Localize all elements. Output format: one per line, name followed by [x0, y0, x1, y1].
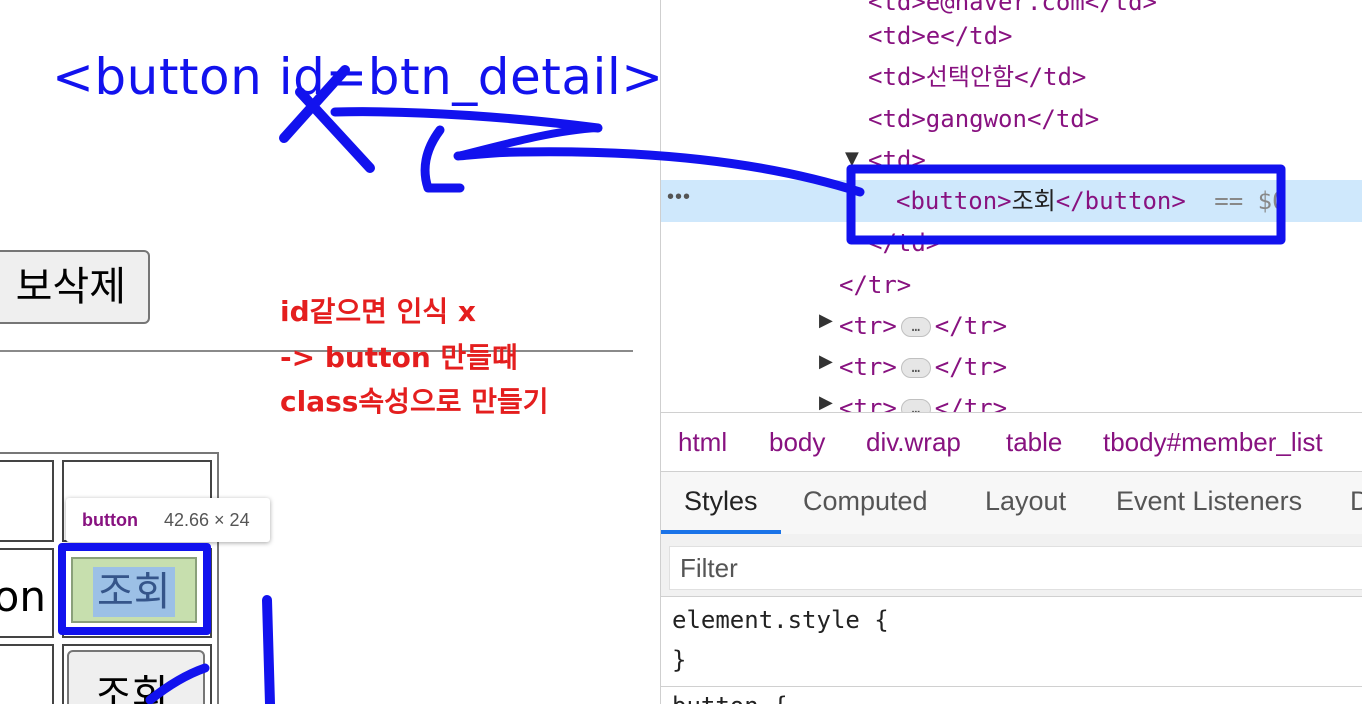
note-line-3: class속성으로 만들기: [280, 385, 549, 418]
ellipsis-icon[interactable]: …: [900, 358, 931, 378]
expand-triangle-icon[interactable]: ▶: [819, 310, 833, 331]
note-line-2: -> button 만들때: [280, 341, 518, 374]
screenshot: <button id=btn_detail> 보삭제 id같으면 인식 x ->…: [0, 0, 1362, 704]
view-button[interactable]: 조회: [67, 650, 205, 704]
breadcrumb-tbody[interactable]: tbody#member_list: [1103, 427, 1323, 458]
dom-text: 조회: [1011, 187, 1056, 215]
filter-input[interactable]: Filter: [669, 546, 1362, 590]
table-cell: [0, 644, 54, 704]
devtools-panel: ••• <td>e@naver.com</td> <td>e</td> <td>…: [660, 0, 1362, 704]
ellipsis-icon[interactable]: …: [900, 317, 931, 337]
sidebar-tabs: Styles Computed Layout Event Listeners D: [661, 472, 1362, 535]
dom-line-collapsed[interactable]: <tr>… </tr>: [839, 347, 1007, 387]
dom-line[interactable]: <td>gangwon</td>: [868, 99, 1099, 139]
expand-triangle-icon[interactable]: ▶: [819, 392, 833, 413]
view-button-label: 조회: [93, 567, 175, 617]
tab-event-listeners[interactable]: Event Listeners: [1116, 486, 1302, 517]
expand-triangle-icon[interactable]: ▶: [819, 351, 833, 372]
dom-tag: </tr>: [934, 353, 1008, 381]
web-page-pane: <button id=btn_detail> 보삭제 id같으면 인식 x ->…: [0, 0, 660, 704]
tab-styles[interactable]: Styles: [684, 486, 758, 517]
dom-tag: <tr>: [839, 312, 897, 340]
style-rule-close: }: [672, 646, 687, 674]
note-line-1: id같으면 인식 x: [280, 295, 476, 328]
dom-tag: </tr>: [934, 312, 1008, 340]
view-button-highlighted[interactable]: 조회: [71, 557, 197, 623]
style-rule-selector[interactable]: element.style {: [672, 606, 889, 634]
breadcrumb-div-wrap[interactable]: div.wrap: [866, 427, 961, 458]
dom-line[interactable]: <td>: [868, 140, 926, 180]
dom-tag: <button>: [896, 187, 1012, 215]
breadcrumb-table[interactable]: table: [1006, 427, 1062, 458]
dom-line-collapsed[interactable]: <tr>… </tr>: [839, 306, 1007, 346]
collapse-triangle-icon[interactable]: ▼: [845, 148, 859, 169]
table-cell: on: [0, 548, 54, 638]
dom-line[interactable]: <td>선택안함</td>: [868, 57, 1086, 97]
tooltip-tag: button: [82, 510, 138, 530]
delete-button[interactable]: 보삭제: [0, 250, 150, 324]
view-button-label: 조회: [95, 672, 169, 704]
dom-line[interactable]: </tr>: [839, 265, 911, 305]
dom-eq-marker: == $0: [1214, 187, 1287, 215]
tab-computed[interactable]: Computed: [803, 486, 928, 517]
handwritten-title-annotation: <button id=btn_detail>: [52, 48, 660, 106]
dom-tag: <tr>: [839, 353, 897, 381]
table-cell: [0, 460, 54, 542]
breadcrumb: html body div.wrap table tbody#member_li…: [661, 412, 1362, 472]
style-rule-selector[interactable]: button {: [672, 692, 788, 704]
tooltip-size: 42.66 × 24: [164, 510, 250, 530]
dom-line[interactable]: <td>e</td>: [868, 16, 1013, 56]
dom-tag: </button>: [1055, 187, 1186, 215]
breadcrumb-body[interactable]: body: [769, 427, 825, 458]
breadcrumb-html[interactable]: html: [678, 427, 727, 458]
dom-line-selected[interactable]: <button>조회</button> == $0: [896, 181, 1287, 221]
inspect-tooltip: button 42.66 × 24: [66, 498, 270, 542]
divider: [661, 686, 1362, 687]
table-cell-text: on: [0, 572, 46, 621]
tab-overflow[interactable]: D: [1350, 486, 1362, 517]
dom-line[interactable]: </td>: [868, 223, 940, 263]
more-options-icon[interactable]: •••: [667, 186, 691, 209]
tab-layout[interactable]: Layout: [985, 486, 1066, 517]
